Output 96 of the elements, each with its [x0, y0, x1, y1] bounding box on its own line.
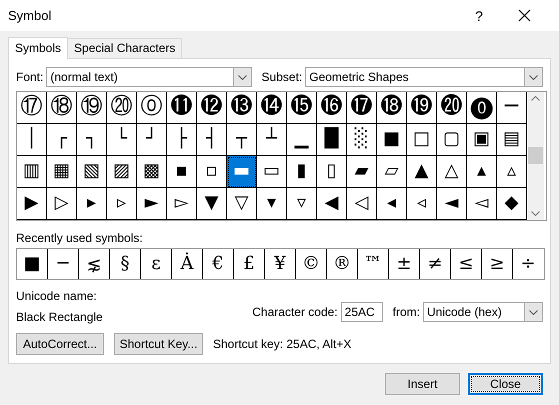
- chevron-down-icon: [529, 310, 538, 314]
- symbol-cell[interactable]: ▢: [437, 124, 467, 156]
- symbol-cell[interactable]: ◀: [317, 188, 347, 220]
- window-title: Symbol: [8, 8, 52, 23]
- symbol-cell[interactable]: ⓱: [347, 92, 377, 124]
- symbol-cell[interactable]: ├: [167, 124, 197, 156]
- symbol-cell[interactable]: █: [317, 124, 347, 156]
- symbol-cell[interactable]: ▲: [407, 156, 437, 188]
- chevron-down-icon: [238, 74, 247, 80]
- symbol-cell[interactable]: ⓪: [137, 92, 167, 124]
- symbol-cell[interactable]: ⓴: [437, 92, 467, 124]
- symbol-cell[interactable]: ┐: [77, 124, 107, 156]
- dialog-button[interactable]: Close: [468, 373, 543, 395]
- scroll-up-icon[interactable]: [531, 96, 540, 101]
- symbol-cell[interactable]: ▷: [47, 188, 77, 220]
- symbol-cell[interactable]: ▯: [317, 156, 347, 188]
- symbol-cell[interactable]: ▸: [77, 188, 107, 220]
- from-label: from:: [392, 305, 420, 319]
- symbol-cell[interactable]: ▿: [287, 188, 317, 220]
- subset-label: Subset:: [262, 70, 302, 84]
- symbol-cell[interactable]: ⓭: [227, 92, 257, 124]
- symbol-cell[interactable]: ░: [347, 124, 377, 156]
- character-code-field[interactable]: 25AC: [340, 302, 383, 322]
- character-code-label: Character code:: [252, 305, 338, 319]
- symbol-cell[interactable]: ▪: [167, 156, 197, 188]
- symbol-cell[interactable]: ⓿: [467, 92, 497, 124]
- tab[interactable]: Symbols: [8, 37, 68, 59]
- recent-symbols-label: Recently used symbols:: [16, 230, 144, 245]
- close-icon[interactable]: [518, 9, 531, 22]
- symbol-cell[interactable]: ◅: [467, 188, 497, 220]
- symbol-cell[interactable]: ▱: [377, 156, 407, 188]
- symbol-cell[interactable]: ▬: [227, 156, 257, 188]
- symbol-cell[interactable]: ▮: [287, 156, 317, 188]
- symbol-cell[interactable]: ▽: [227, 188, 257, 220]
- scroll-down-icon[interactable]: [531, 210, 540, 216]
- symbol-cell[interactable]: ▰: [347, 156, 377, 188]
- unicode-name-label: Unicode name:: [16, 289, 98, 303]
- symbol-cell[interactable]: ⓰: [317, 92, 347, 124]
- symbol-cell[interactable]: ▧: [77, 156, 107, 188]
- symbol-cell[interactable]: ▵: [497, 156, 527, 188]
- symbol-cell[interactable]: ■: [377, 124, 407, 156]
- symbol-cell[interactable]: △: [437, 156, 467, 188]
- symbol-cell[interactable]: ▦: [47, 156, 77, 188]
- symbol-cell[interactable]: ⑲: [77, 92, 107, 124]
- symbol-cell[interactable]: ►: [137, 188, 167, 220]
- symbol-cell[interactable]: ▥: [17, 156, 47, 188]
- symbol-cell[interactable]: ▤: [497, 124, 527, 156]
- help-button[interactable]: ?: [456, 8, 502, 24]
- symbol-cell[interactable]: ▻: [167, 188, 197, 220]
- symbol-cell[interactable]: ▨: [107, 156, 137, 188]
- symbol-cell[interactable]: ▾: [257, 188, 287, 220]
- symbol-cell[interactable]: ⓲: [377, 92, 407, 124]
- shortcut-key-text: Shortcut key: 25AC, Alt+X: [213, 337, 352, 351]
- symbol-cell[interactable]: ┤: [197, 124, 227, 156]
- chevron-down-icon: [529, 74, 538, 80]
- unicode-name-value: Black Rectangle: [16, 310, 104, 324]
- symbol-cell[interactable]: ┌: [47, 124, 77, 156]
- subset-dropdown[interactable]: Geometric Shapes: [305, 67, 543, 88]
- symbol-cell[interactable]: ◁: [347, 188, 377, 220]
- symbol-cell[interactable]: ┘: [137, 124, 167, 156]
- symbol-cell[interactable]: ▁: [287, 124, 317, 156]
- tab[interactable]: Special Characters: [67, 38, 182, 59]
- symbol-cell[interactable]: ⓬: [197, 92, 227, 124]
- symbol-cell[interactable]: ⓳: [407, 92, 437, 124]
- symbol-cell[interactable]: ⓯: [287, 92, 317, 124]
- symbol-cell[interactable]: └: [107, 124, 137, 156]
- symbol-cell[interactable]: ▭: [257, 156, 287, 188]
- symbol-cell[interactable]: ▶: [17, 188, 47, 220]
- symbol-cell[interactable]: ◂: [377, 188, 407, 220]
- symbol-cell[interactable]: ◆: [497, 188, 527, 220]
- symbol-cell[interactable]: ⓮: [257, 92, 287, 124]
- symbol-cell[interactable]: ⑰: [17, 92, 47, 124]
- symbol-cell[interactable]: ▼: [197, 188, 227, 220]
- symbol-cell[interactable]: □: [407, 124, 437, 156]
- recent-symbol[interactable]: ÷: [513, 248, 543, 279]
- symbol-cell[interactable]: ┬: [227, 124, 257, 156]
- symbol-cell[interactable]: ⑳: [107, 92, 137, 124]
- symbol-cell[interactable]: ⓫: [167, 92, 197, 124]
- symbol-cell[interactable]: ⑱: [47, 92, 77, 124]
- symbol-cell[interactable]: ▫: [197, 156, 227, 188]
- font-label: Font:: [16, 70, 44, 84]
- from-dropdown[interactable]: Unicode (hex): [423, 302, 543, 322]
- symbol-cell[interactable]: ▹: [107, 188, 137, 220]
- shortcut-key-button[interactable]: Shortcut Key...: [114, 333, 203, 355]
- symbol-cell[interactable]: ▩: [137, 156, 167, 188]
- autocorrect-button[interactable]: AutoCorrect...: [16, 333, 104, 355]
- symbol-cell[interactable]: ▣: [467, 124, 497, 156]
- symbol-cell[interactable]: ◄: [437, 188, 467, 220]
- symbol-cell[interactable]: │: [17, 124, 47, 156]
- symbol-cell[interactable]: ─: [497, 92, 527, 124]
- symbol-cell[interactable]: ◃: [407, 188, 437, 220]
- scrollbar-thumb[interactable]: [528, 147, 543, 164]
- symbol-cell[interactable]: ┴: [257, 124, 287, 156]
- dialog-button[interactable]: Insert: [385, 373, 460, 395]
- symbol-cell[interactable]: ▴: [467, 156, 497, 188]
- font-dropdown[interactable]: (normal text): [46, 67, 252, 88]
